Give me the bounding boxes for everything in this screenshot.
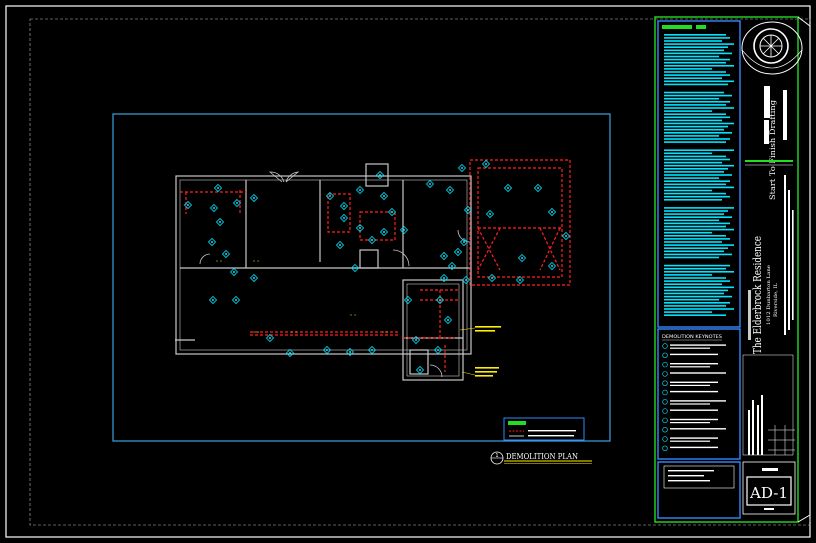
svg-text:= =: = = (216, 259, 222, 263)
keynote-tag (443, 315, 453, 325)
keynote-tag (561, 231, 571, 241)
svg-text:= =: = = (291, 330, 297, 334)
keynote-tag (221, 249, 231, 259)
keynote-tag (379, 227, 389, 237)
date-scale-strip (742, 354, 795, 456)
keynotes-header: DEMOLITION KEYNOTES (662, 334, 722, 340)
demolition-lines (180, 159, 571, 372)
keynote-tag (481, 159, 491, 169)
keynote-tag (425, 179, 435, 189)
keynote-tag (208, 295, 218, 305)
plan-number: 1 (495, 453, 498, 459)
keynote-tag (399, 225, 409, 235)
project-address: 1012 Dunbarton Lane (766, 265, 772, 325)
plan-labels: = = = = = = = = = = = = (216, 259, 388, 334)
keynote-tag (459, 237, 469, 247)
keynote-tag (453, 247, 463, 257)
keynote-tag (547, 207, 557, 217)
keynote-tag (215, 217, 225, 227)
keynote-tag (207, 237, 217, 247)
plan-leader-notes (475, 326, 501, 377)
project-city: Riverside, IL (773, 283, 779, 317)
keynote-tag (335, 240, 345, 250)
keynote-tag (517, 253, 527, 263)
company-logo (741, 21, 803, 75)
plan-title-block: 1 DEMOLITION PLAN (490, 451, 592, 465)
keynote-tag (547, 261, 557, 271)
keynote-tag (355, 185, 365, 195)
project-name: The Elderbrock Residence (751, 236, 764, 354)
title-block: DEMOLITION KEYNOTES Start To Finish Draf… (657, 20, 803, 519)
keynote-tag (485, 209, 495, 219)
keynote-tag (375, 170, 385, 180)
keynote-tag (403, 295, 413, 305)
keynote-tag (231, 295, 241, 305)
keynote-tag (503, 183, 513, 193)
floor-plan: = = = = = = = = = = = = (175, 159, 571, 381)
title-fine-print (784, 175, 794, 335)
keynote-tag (445, 185, 455, 195)
keynote-tag (379, 191, 389, 201)
keynote-tag (487, 273, 497, 283)
keynote-tag (249, 193, 259, 203)
plan-leaders (459, 327, 476, 376)
keynote-tag (339, 201, 349, 211)
sheet-number-box: AD-1 (742, 461, 796, 515)
keynote-tag (213, 183, 223, 193)
drawing-sheet: = = = = = = = = = = = = 1 DEMOLITION PLA… (5, 5, 811, 538)
keynote-tag (533, 183, 543, 193)
svg-text:= =: = = (253, 330, 259, 334)
keynote-tag (457, 163, 467, 173)
keynote-tag (367, 235, 377, 245)
existing-walls (175, 163, 472, 381)
svg-text:= =: = = (253, 259, 259, 263)
keynote-tag (249, 273, 259, 283)
viewport-frame (112, 113, 611, 442)
keynote-tag (439, 251, 449, 261)
svg-text:= =: = = (350, 313, 356, 317)
plan-legend (503, 417, 585, 441)
keynote-tag (415, 365, 425, 375)
keynote-tag (229, 267, 239, 277)
sheet-number: AD-1 (749, 484, 788, 502)
svg-text:= =: = = (382, 330, 388, 334)
keynote-tag (339, 213, 349, 223)
keynote-tag (285, 348, 295, 358)
keynote-tag (209, 203, 219, 213)
